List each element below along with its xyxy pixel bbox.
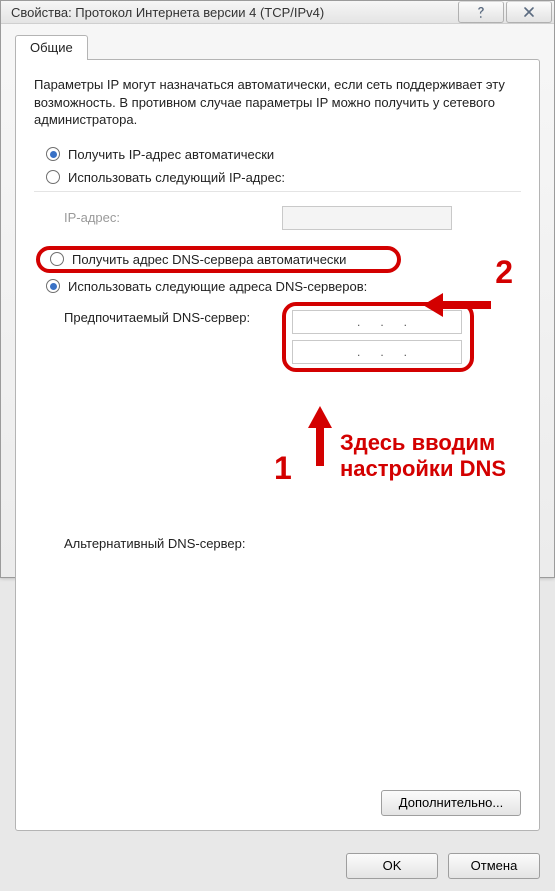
advanced-button[interactable]: Дополнительно... bbox=[381, 790, 521, 816]
dns-manual-label: Использовать следующие адреса DNS-сервер… bbox=[68, 279, 367, 294]
radio-icon bbox=[50, 252, 64, 266]
dns-fields-group: Предпочитаемый DNS-сервер: Альтернативны… bbox=[34, 298, 521, 750]
ip-manual-option[interactable]: Использовать следующий IP-адрес: bbox=[34, 166, 521, 189]
dns-auto-label[interactable]: Получить адрес DNS-сервера автоматически bbox=[72, 252, 346, 267]
ip-auto-label: Получить IP-адрес автоматически bbox=[68, 147, 274, 162]
window-title: Свойства: Протокол Интернета версии 4 (T… bbox=[11, 5, 456, 20]
dns-preferred-input[interactable] bbox=[292, 310, 462, 334]
dns-manual-option[interactable]: Использовать следующие адреса DNS-сервер… bbox=[34, 275, 521, 298]
ok-button[interactable]: OK bbox=[346, 853, 438, 879]
ip-address-label: IP-адрес: bbox=[64, 210, 274, 225]
dialog-button-row: OK Отмена bbox=[1, 843, 554, 891]
ip-address-input bbox=[282, 206, 452, 230]
tab-general[interactable]: Общие bbox=[15, 35, 88, 60]
cancel-button[interactable]: Отмена bbox=[448, 853, 540, 879]
dns-preferred-label: Предпочитаемый DNS-сервер: bbox=[64, 310, 274, 520]
highlight-dns-fields bbox=[282, 302, 474, 372]
ip-auto-option[interactable]: Получить IP-адрес автоматически bbox=[34, 143, 521, 166]
tabpanel-general: Параметры IP могут назначаться автоматич… bbox=[15, 59, 540, 831]
ipv4-properties-dialog: Свойства: Протокол Интернета версии 4 (T… bbox=[0, 0, 555, 578]
titlebar: Свойства: Протокол Интернета версии 4 (T… bbox=[1, 1, 554, 24]
radio-icon bbox=[46, 147, 60, 161]
ip-address-row: IP-адрес: bbox=[34, 202, 521, 234]
dns-alternate-input[interactable] bbox=[292, 340, 462, 364]
radio-icon bbox=[46, 279, 60, 293]
highlight-dns-auto: Получить адрес DNS-сервера автоматически bbox=[36, 246, 401, 273]
ip-manual-label: Использовать следующий IP-адрес: bbox=[68, 170, 285, 185]
help-icon bbox=[474, 5, 488, 19]
intro-text: Параметры IP могут назначаться автоматич… bbox=[34, 76, 521, 129]
close-icon bbox=[523, 6, 535, 18]
dns-alternate-label: Альтернативный DNS-сервер: bbox=[64, 536, 274, 746]
close-button[interactable] bbox=[506, 1, 552, 23]
radio-icon bbox=[46, 170, 60, 184]
client-area: Общие Параметры IP могут назначаться авт… bbox=[1, 24, 554, 843]
help-button[interactable] bbox=[458, 1, 504, 23]
ip-fields-group: IP-адрес: bbox=[34, 191, 521, 240]
tabstrip: Общие bbox=[15, 35, 540, 60]
titlebar-buttons bbox=[456, 1, 552, 23]
